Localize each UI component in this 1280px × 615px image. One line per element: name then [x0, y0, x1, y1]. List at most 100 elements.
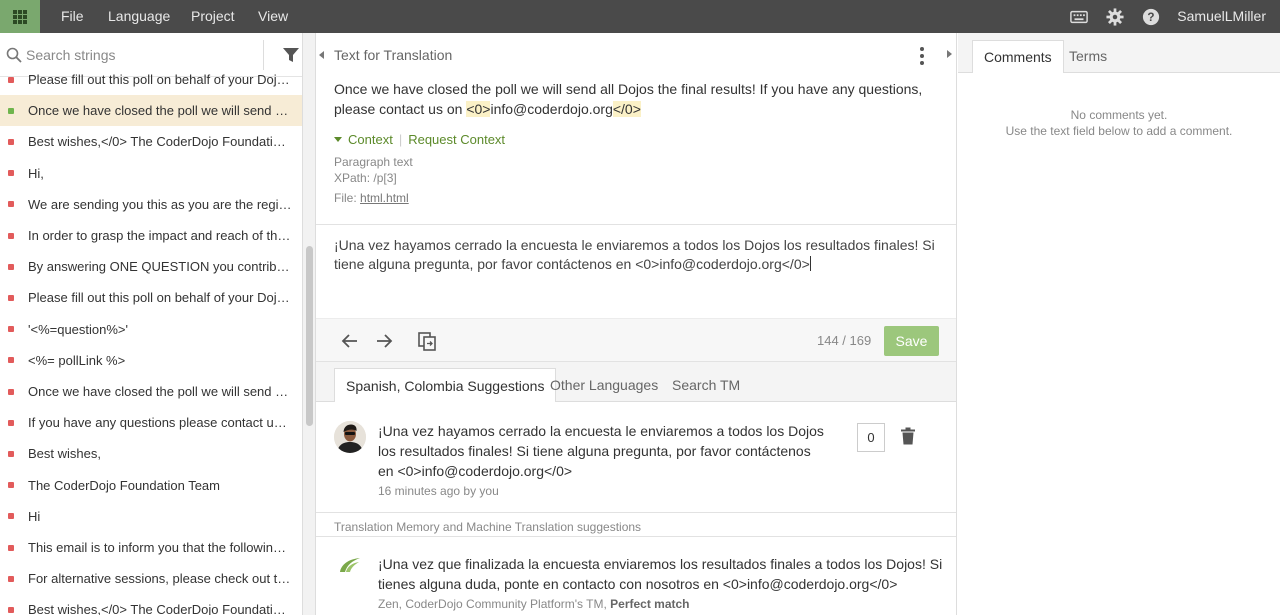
list-item[interactable]: <%= pollLink %>: [0, 345, 302, 376]
list-item[interactable]: The CoderDojo Foundation Team: [0, 470, 302, 501]
status-icon: [8, 107, 14, 114]
keyboard-icon[interactable]: [1070, 8, 1088, 26]
list-item[interactable]: By answering ONE QUESTION you contribute…: [0, 251, 302, 282]
status-icon: [8, 450, 14, 457]
match-quality: Perfect match: [610, 597, 690, 611]
tab-search-tm[interactable]: Search TM: [661, 368, 751, 402]
list-item-text: Best wishes,</0> The CoderDojo Foundatio…: [28, 602, 292, 615]
list-item-text: Best wishes,</0> The CoderDojo Foundatio…: [28, 134, 292, 150]
context-separator: |: [398, 132, 403, 147]
status-icon: [8, 201, 14, 208]
list-item[interactable]: Best wishes,</0> The CoderDojo Foundatio…: [0, 594, 302, 615]
suggestion-text[interactable]: ¡Una vez hayamos cerrado la encuesta le …: [378, 421, 828, 481]
caret-down-icon[interactable]: [334, 137, 342, 142]
list-item-text: Once we have closed the poll we will sen…: [28, 384, 292, 399]
list-item[interactable]: We are sending you this as you are the r…: [0, 189, 302, 220]
list-item[interactable]: Please fill out this poll on behalf of y…: [0, 64, 302, 95]
status-icon: [8, 232, 14, 239]
file-link[interactable]: html.html: [360, 191, 409, 205]
tab-comments[interactable]: Comments: [972, 40, 1064, 73]
status-icon: [8, 606, 14, 613]
tag-close: </0>: [612, 101, 641, 117]
status-icon: [8, 76, 14, 83]
editor-divider: [316, 224, 956, 225]
request-context-link[interactable]: Request Context: [408, 132, 505, 147]
list-item[interactable]: In order to grasp the impact and reach o…: [0, 220, 302, 251]
help-icon[interactable]: ?: [1142, 8, 1160, 26]
list-item[interactable]: Hi: [0, 501, 302, 532]
list-item-text: Please fill out this poll on behalf of y…: [28, 290, 292, 306]
list-item[interactable]: Best wishes,: [0, 438, 302, 469]
grid-icon: [13, 9, 27, 24]
list-item-text: We are sending you this as you are the r…: [28, 196, 292, 212]
tm-divider: [316, 512, 956, 513]
list-item[interactable]: This email is to inform you that the fol…: [0, 532, 302, 563]
trash-icon[interactable]: [900, 427, 916, 445]
list-item-text: Hi: [28, 508, 41, 524]
username[interactable]: SamuelLMiller: [1177, 0, 1266, 33]
source-email: info@coderdojo.org: [490, 101, 613, 117]
editor-toolbar: 144 / 169 Save: [316, 318, 956, 362]
save-button[interactable]: Save: [884, 326, 939, 356]
tab-colombia-suggestions[interactable]: Spanish, Colombia Suggestions: [334, 368, 557, 402]
more-options-icon[interactable]: [920, 47, 926, 65]
list-item[interactable]: If you have any questions please contact…: [0, 407, 302, 438]
tag-open: <0>: [466, 101, 491, 117]
suggestion-tabs: Spanish, Colombia Suggestions Other Lang…: [316, 362, 956, 402]
tm-suggestion-text[interactable]: ¡Una vez que finalizada la encuesta envi…: [378, 554, 948, 594]
list-item-text: If you have any questions please contact…: [28, 415, 292, 431]
menu-file[interactable]: File: [61, 0, 84, 33]
menu-project[interactable]: Project: [191, 0, 235, 33]
suggestion-meta: 16 minutes ago by you: [378, 484, 499, 498]
scrollbar-thumb[interactable]: [306, 246, 313, 426]
list-item-text: <%= pollLink %>: [28, 352, 126, 368]
menu-language[interactable]: Language: [108, 0, 170, 33]
status-icon: [8, 263, 14, 270]
list-item-text: In order to grasp the impact and reach o…: [28, 228, 292, 243]
list-item-text: This email is to inform you that the fol…: [28, 540, 292, 555]
arrow-left-icon[interactable]: [340, 331, 360, 351]
status-icon: [8, 419, 14, 426]
list-item[interactable]: '<%=question%>': [0, 314, 302, 345]
tm-source-logo-icon: [340, 558, 360, 572]
translation-textarea[interactable]: ¡Una vez hayamos cerrado la encuesta le …: [334, 236, 944, 274]
arrow-right-icon[interactable]: [374, 331, 394, 351]
avatar: [334, 421, 366, 453]
status-icon: [8, 544, 14, 551]
list-item[interactable]: Hi,: [0, 158, 302, 189]
status-icon: [8, 357, 14, 364]
list-item-text: '<%=question%>': [28, 321, 129, 337]
status-icon: [8, 513, 14, 520]
list-item-text: Please fill out this poll on behalf of y…: [28, 72, 292, 87]
collapse-left-icon[interactable]: [319, 51, 324, 59]
context-toggle[interactable]: Context: [348, 132, 393, 147]
list-item-text: Hi,: [28, 165, 44, 181]
gear-icon[interactable]: [1106, 8, 1124, 26]
user-photo-icon: [334, 421, 366, 453]
top-bar: File Language Project View ? SamuelLMill…: [0, 0, 1280, 33]
tab-terms[interactable]: Terms: [1058, 40, 1118, 73]
no-comments-message: No comments yet. Use the text field belo…: [1005, 108, 1233, 138]
collapse-right-icon[interactable]: [947, 50, 952, 58]
side-tabs: Comments Terms: [958, 33, 1280, 73]
paragraph-meta: Paragraph text: [334, 155, 413, 169]
status-icon: [8, 575, 14, 582]
menu-view[interactable]: View: [258, 0, 288, 33]
status-icon: [8, 388, 14, 395]
tm-divider-2: [316, 536, 956, 537]
filter-icon[interactable]: [282, 46, 300, 64]
file-meta: File: html.html: [334, 191, 409, 205]
list-item-text: Best wishes,: [28, 446, 101, 462]
list-item[interactable]: Best wishes,</0> The CoderDojo Foundatio…: [0, 126, 302, 157]
status-icon: [8, 138, 14, 145]
editor-title: Text for Translation: [334, 47, 453, 63]
list-item[interactable]: Please fill out this poll on behalf of y…: [0, 282, 302, 313]
list-item[interactable]: For alternative sessions, please check o…: [0, 563, 302, 594]
tab-other-languages[interactable]: Other Languages: [539, 368, 669, 402]
xpath-meta: XPath: /p[3]: [334, 171, 397, 185]
copy-source-icon[interactable]: [417, 331, 437, 351]
apps-grid-button[interactable]: [0, 0, 40, 33]
search-input[interactable]: [26, 45, 256, 65]
list-item[interactable]: Once we have closed the poll we will sen…: [0, 95, 302, 127]
list-item[interactable]: Once we have closed the poll we will sen…: [0, 376, 302, 407]
